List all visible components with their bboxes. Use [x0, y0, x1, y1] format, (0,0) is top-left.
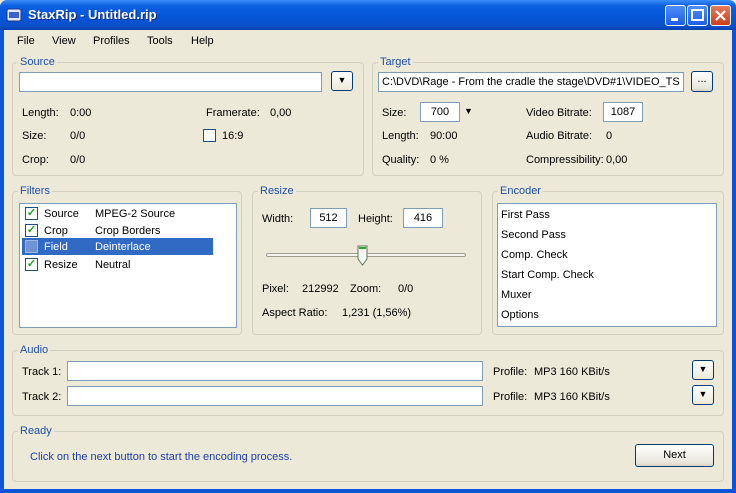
source-length-value: 0:00: [70, 107, 92, 119]
window-frame-bottom: [0, 489, 736, 493]
track2-label: Track 2:: [22, 391, 62, 403]
aspect-ratio-value: 1,231 (1,56%): [342, 307, 412, 319]
target-size-label: Size:: [382, 107, 407, 119]
profile2-dropdown-button[interactable]: ▼: [692, 385, 714, 405]
filters-group-title: Filters: [18, 185, 52, 197]
target-size-input[interactable]: 700: [420, 102, 460, 122]
staxrip-app-icon: [6, 8, 22, 22]
video-bitrate-input[interactable]: 1087: [603, 102, 643, 122]
audio-bitrate-label: Audio Bitrate:: [526, 130, 593, 142]
encoder-item-comp-check[interactable]: Comp. Check: [501, 249, 568, 261]
menu-help[interactable]: Help: [191, 35, 214, 47]
video-bitrate-label: Video Bitrate:: [526, 107, 592, 119]
filter-resize-checkbox[interactable]: ✓: [25, 258, 38, 271]
menu-view[interactable]: View: [52, 35, 76, 47]
target-group-title: Target: [378, 56, 413, 68]
filter-value: Crop Borders: [95, 225, 161, 237]
source-length-label: Length:: [22, 107, 59, 119]
pixel-label: Pixel:: [262, 283, 289, 295]
compressibility-label: Compressibility:: [526, 154, 604, 166]
filter-source-checkbox[interactable]: ✓: [25, 207, 38, 220]
resize-width-label: Width:: [262, 213, 294, 225]
source-size-value: 0/0: [70, 130, 86, 142]
filter-value: Deinterlace: [95, 241, 151, 253]
filter-name: Crop: [44, 225, 68, 237]
window-frame-left: [0, 30, 4, 493]
status-group-title: Ready: [18, 425, 54, 437]
target-length-label: Length:: [382, 130, 419, 142]
filter-name: Resize: [44, 259, 78, 271]
audio-group-title: Audio: [18, 344, 51, 356]
chevron-down-icon: ▼: [464, 106, 473, 116]
close-icon: [715, 10, 726, 21]
audio-bitrate-value: 0: [606, 130, 613, 142]
encoder-item-start-comp-check[interactable]: Start Comp. Check: [501, 269, 594, 281]
pixel-value: 212992: [302, 283, 339, 295]
track1-input[interactable]: [67, 361, 483, 381]
filter-crop-checkbox[interactable]: ✓: [25, 224, 38, 237]
profile1-label: Profile:: [493, 366, 528, 378]
target-size-dropdown-arrow[interactable]: ▼: [464, 106, 473, 116]
framerate-value: 0,00: [270, 107, 292, 119]
resize-width-input[interactable]: 512: [310, 208, 347, 228]
encoder-item-muxer[interactable]: Muxer: [501, 289, 532, 301]
target-quality-label: Quality:: [382, 154, 420, 166]
profile1-value[interactable]: MP3 160 KBit/s: [534, 366, 610, 378]
minimize-icon: [671, 18, 678, 21]
filter-value: MPEG-2 Source: [95, 208, 176, 220]
resize-slider-thumb[interactable]: [357, 245, 368, 266]
compressibility-value: 0,00: [606, 154, 628, 166]
audio-group: [12, 350, 724, 416]
source-path-input[interactable]: [19, 72, 322, 92]
chevron-down-icon: ▼: [698, 364, 708, 374]
menu-file[interactable]: File: [17, 35, 35, 47]
encoder-group-title: Encoder: [498, 185, 543, 197]
framerate-label: Framerate:: [206, 107, 260, 119]
source-dropdown-button[interactable]: ▼: [331, 71, 353, 91]
window-title: StaxRip - Untitled.rip: [28, 7, 157, 22]
maximize-button[interactable]: [687, 5, 708, 26]
menu-tools[interactable]: Tools: [147, 35, 173, 47]
zoom-label: Zoom:: [350, 283, 382, 295]
source-crop-label: Crop:: [22, 154, 49, 166]
filter-name: Source: [44, 208, 79, 220]
status-message: Click on the next button to start the en…: [30, 451, 293, 463]
zoom-value: 0/0: [398, 283, 414, 295]
encoder-item-second-pass[interactable]: Second Pass: [501, 229, 566, 241]
ratio-16-9-label: 16:9: [222, 130, 244, 142]
source-group-title: Source: [18, 56, 57, 68]
target-length-value: 90:00: [430, 130, 458, 142]
chevron-down-icon: ▼: [698, 389, 708, 399]
resize-group-title: Resize: [258, 185, 296, 197]
minimize-button[interactable]: [665, 5, 686, 26]
maximize-icon: [691, 9, 704, 21]
track2-input[interactable]: [67, 386, 483, 406]
profile2-label: Profile:: [493, 391, 528, 403]
ratio-16-9-checkbox[interactable]: [203, 129, 216, 142]
filter-field-checkbox[interactable]: [25, 240, 38, 253]
target-quality-value: 0 %: [430, 154, 449, 166]
track1-label: Track 1:: [22, 366, 62, 378]
close-button[interactable]: [710, 5, 731, 26]
source-crop-value: 0/0: [70, 154, 86, 166]
source-size-label: Size:: [22, 130, 47, 142]
filter-name: Field: [44, 241, 68, 253]
resize-height-label: Height:: [358, 213, 393, 225]
profile2-value[interactable]: MP3 160 KBit/s: [534, 391, 610, 403]
chevron-down-icon: ▼: [337, 75, 347, 85]
target-path-input[interactable]: C:\DVD\Rage - From the cradle the stage\…: [378, 72, 684, 92]
profile1-dropdown-button[interactable]: ▼: [692, 360, 714, 380]
aspect-ratio-label: Aspect Ratio:: [262, 307, 328, 319]
encoder-item-first-pass[interactable]: First Pass: [501, 209, 550, 221]
filter-value: Neutral: [95, 259, 131, 271]
encoder-item-options[interactable]: Options: [501, 309, 539, 321]
target-browse-button[interactable]: ...: [691, 71, 713, 92]
next-button[interactable]: Next: [635, 444, 714, 467]
resize-height-input[interactable]: 416: [403, 208, 443, 228]
window-frame-right: [732, 30, 736, 493]
menu-profiles[interactable]: Profiles: [93, 35, 130, 47]
